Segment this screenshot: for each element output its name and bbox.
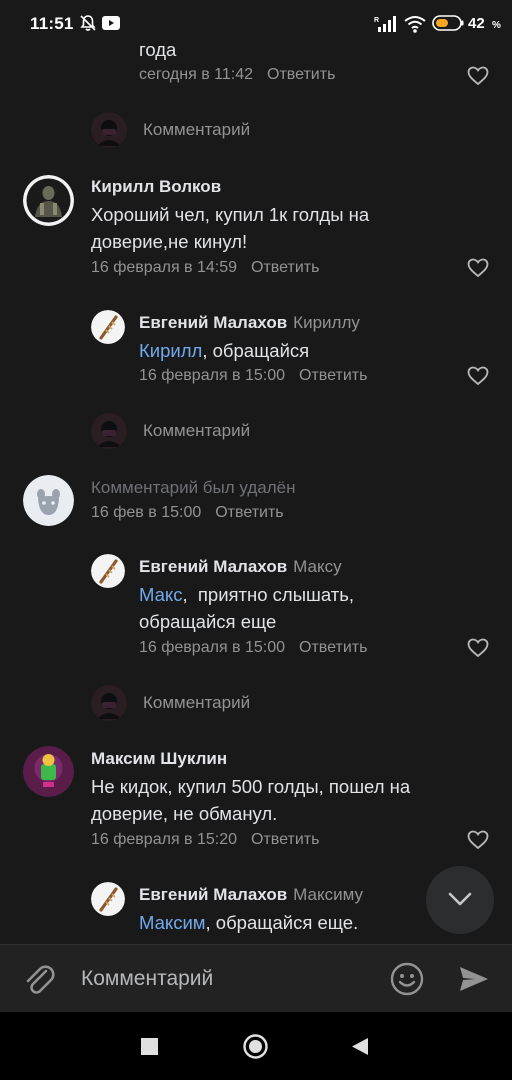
comment-time: 16 фев в 15:00 — [91, 504, 202, 521]
avatar[interactable] — [23, 175, 74, 226]
comment-time: сегодня в 11:42 — [139, 66, 254, 83]
avatar[interactable] — [23, 746, 74, 797]
system-navigation-bar — [0, 1012, 512, 1080]
comment-text: года — [139, 39, 177, 60]
comment-author[interactable]: Евгений Малахов — [139, 557, 287, 576]
bell-muted-icon — [80, 15, 96, 31]
reply-author-line: Евгений Малахов Максиму — [139, 885, 363, 905]
reply-to: Кириллу — [293, 313, 360, 332]
emoji-smile-icon[interactable] — [389, 961, 425, 997]
svg-text:R: R — [374, 17, 379, 24]
comment-author[interactable]: Евгений Малахов — [139, 885, 287, 904]
home-circle-icon[interactable] — [243, 1034, 268, 1059]
recents-square-icon[interactable] — [141, 1038, 158, 1055]
comment-text: Кирилл, обращайся — [139, 337, 309, 364]
comment-meta: сегодня в 11:42 Ответить — [139, 66, 335, 84]
comment-compose-bar: Комментарий — [0, 944, 512, 1013]
comment-time: 16 февраля в 15:00 — [139, 639, 286, 656]
mention-link[interactable]: Максим — [139, 912, 206, 933]
comment-body: , обращайся — [202, 340, 310, 361]
comment-text: Максим, обращайся еще. — [139, 909, 358, 936]
comment-text: Не кидок, купил 500 голды, пошел на дове… — [91, 776, 411, 824]
reply-link[interactable]: Ответить — [299, 367, 367, 384]
my-avatar — [91, 413, 127, 449]
comment-meta: 16 февраля в 15:00 Ответить — [139, 367, 367, 385]
comment-text: Макс, приятно слышать, обращайся еще — [139, 581, 439, 635]
like-heart-icon[interactable] — [467, 830, 489, 850]
comment-meta: 16 февраля в 14:59 Ответить — [91, 259, 319, 277]
reply-author-line: Евгений Малахов Максу — [139, 557, 342, 577]
avatar[interactable] — [91, 310, 125, 344]
like-heart-icon[interactable] — [467, 66, 489, 86]
wifi-icon — [404, 16, 426, 33]
back-triangle-icon[interactable] — [351, 1037, 369, 1056]
comment-body: , обращайся еще. — [205, 912, 359, 933]
avatar[interactable] — [91, 882, 125, 916]
comment-text: Хороший чел, купил 1к голды на доверие,н… — [91, 204, 370, 252]
comment-author[interactable]: Кирилл Волков — [91, 177, 221, 197]
status-time: 11:51 — [30, 14, 74, 33]
reply-link[interactable]: Ответить — [267, 66, 335, 83]
comment-meta: 16 февраля в 15:20 Ответить — [91, 831, 319, 849]
like-heart-icon[interactable] — [467, 638, 489, 658]
comment-author[interactable]: Максим Шуклин — [91, 749, 227, 769]
like-heart-icon[interactable] — [467, 366, 489, 386]
deleted-comment-text: Комментарий был удалён — [91, 478, 296, 497]
comment-input[interactable]: Комментарий — [81, 967, 213, 991]
reply-link[interactable]: Ответить — [251, 831, 319, 848]
comment-author[interactable]: Евгений Малахов — [139, 313, 287, 332]
reply-link[interactable]: Ответить — [251, 259, 319, 276]
reply-link[interactable]: Ответить — [215, 504, 283, 521]
reply-to: Максу — [293, 557, 342, 576]
attach-paperclip-icon[interactable] — [22, 961, 56, 997]
status-bar: 11:51 R 42 % — [0, 0, 512, 48]
signal-icon: R — [374, 16, 396, 32]
comment-input-placeholder[interactable]: Комментарий — [143, 421, 250, 441]
chevron-down-icon — [448, 892, 472, 906]
comment-input-placeholder[interactable]: Комментарий — [143, 693, 250, 713]
battery-icon — [432, 15, 464, 31]
scroll-down-button[interactable] — [426, 866, 494, 934]
comment-time: 16 февраля в 15:20 — [91, 831, 238, 848]
reply-author-line: Евгений Малахов Кириллу — [139, 313, 360, 333]
reply-to: Максиму — [293, 885, 363, 904]
battery-percent-sign: % — [492, 20, 501, 31]
comment-meta: 16 февраля в 15:00 Ответить — [139, 639, 367, 657]
mention-link[interactable]: Макс — [139, 584, 182, 605]
comment-meta: 16 фев в 15:00 Ответить — [91, 504, 284, 522]
mention-link[interactable]: Кирилл — [139, 340, 202, 361]
avatar[interactable] — [91, 554, 125, 588]
deleted-user-avatar — [23, 475, 74, 526]
reply-link[interactable]: Ответить — [299, 639, 367, 656]
my-avatar — [91, 685, 127, 721]
send-icon[interactable] — [457, 962, 491, 996]
my-avatar — [91, 112, 127, 148]
comment-time: 16 февраля в 15:00 — [139, 367, 286, 384]
comment-time: 16 февраля в 14:59 — [91, 259, 238, 276]
battery-percent: 42 — [468, 15, 485, 32]
comment-input-placeholder[interactable]: Комментарий — [143, 120, 250, 140]
youtube-icon — [102, 16, 120, 30]
like-heart-icon[interactable] — [467, 258, 489, 278]
